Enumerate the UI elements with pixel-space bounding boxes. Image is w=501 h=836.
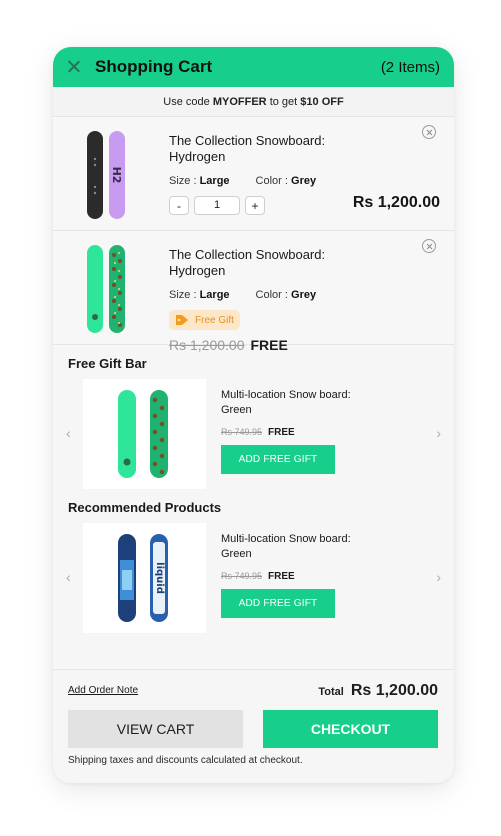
- remove-item-icon[interactable]: [422, 125, 436, 139]
- gift-product-price: Rs 749.95 FREE: [221, 427, 381, 438]
- snowboard-green-icon: [117, 390, 168, 478]
- snowboard-hydrogen-image[interactable]: H2: [83, 129, 139, 221]
- free-price: FREE: [250, 337, 288, 353]
- footer-actions: VIEW CART CHECKOUT: [68, 710, 438, 748]
- decrease-qty-button[interactable]: -: [169, 196, 189, 215]
- gift-product-image[interactable]: [83, 379, 206, 489]
- cart-line-item: H2 The Collection Snowboard: Hydrogen Si…: [53, 117, 454, 231]
- promo-code: MYOFFER: [212, 95, 267, 108]
- recommended-product-info: Multi-location Snow board: Green Rs 749.…: [221, 532, 381, 618]
- chevron-left-icon[interactable]: ‹: [66, 569, 71, 585]
- promo-discount: $10 OFF: [300, 95, 344, 108]
- recommended-original-price: Rs 749.95: [221, 571, 263, 581]
- snowboard-hydrogen-green-image[interactable]: [83, 243, 139, 335]
- gift-original-price: Rs 749.95: [221, 427, 263, 437]
- remove-item-icon[interactable]: [422, 239, 436, 253]
- line-item-info: The Collection Snowboard: Hydrogen Size …: [169, 247, 369, 353]
- product-title[interactable]: The Collection Snowboard: Hydrogen: [169, 247, 369, 279]
- svg-text:H2: H2: [110, 167, 123, 184]
- shipping-note: Shipping taxes and discounts calculated …: [68, 755, 303, 766]
- line-item-info: The Collection Snowboard: Hydrogen Size …: [169, 133, 369, 215]
- cart-line-item-gift: The Collection Snowboard: Hydrogen Size …: [53, 231, 454, 353]
- svg-text:liquid: liquid: [154, 562, 165, 594]
- color-label: Color :: [255, 175, 288, 187]
- gift-price-row: Rs 1,200.00 FREE: [169, 337, 369, 353]
- free-gift-section: Free Gift Bar ‹ Multi-location Snow boar…: [53, 356, 454, 493]
- color-value: Grey: [291, 175, 317, 187]
- cart-item-count: (2 Items): [380, 58, 440, 76]
- color-label: Color :: [255, 289, 288, 301]
- promo-prefix: Use code: [163, 95, 210, 108]
- total-value: Rs 1,200.00: [350, 682, 438, 699]
- add-order-note-link[interactable]: Add Order Note: [68, 685, 138, 696]
- chevron-left-icon[interactable]: ‹: [66, 425, 71, 441]
- recommended-carousel: ‹ liquid Multi-location Snow board: Gree…: [53, 523, 454, 637]
- recommended-product-title[interactable]: Multi-location Snow board: Green: [221, 532, 381, 562]
- size-option: Size : Large: [169, 289, 230, 301]
- free-gift-carousel: ‹ Multi-location Snow board: Green Rs 74: [53, 379, 454, 493]
- total-label: Total: [318, 686, 344, 698]
- add-free-gift-button[interactable]: ADD FREE GIFT: [221, 445, 335, 474]
- color-option: Color : Grey: [256, 289, 317, 301]
- color-option: Color : Grey: [256, 175, 317, 187]
- color-value: Grey: [291, 289, 317, 301]
- checkout-button[interactable]: CHECKOUT: [263, 710, 438, 748]
- size-label: Size :: [169, 175, 197, 187]
- gift-product-title[interactable]: Multi-location Snow board: Green: [221, 388, 381, 418]
- size-option: Size : Large: [169, 175, 230, 187]
- free-gift-section-title: Free Gift Bar: [68, 356, 147, 371]
- chevron-right-icon[interactable]: ›: [436, 425, 441, 441]
- close-icon[interactable]: [67, 60, 81, 74]
- size-label: Size :: [169, 289, 197, 301]
- promo-banner: Use code MYOFFER to get $10 OFF: [53, 87, 454, 117]
- cart-drawer: Shopping Cart (2 Items) Use code MYOFFER…: [53, 47, 454, 783]
- recommended-section: Recommended Products ‹ liquid Multi-loca…: [53, 500, 454, 637]
- quantity-input[interactable]: 1: [194, 196, 240, 215]
- promo-middle: to get: [269, 95, 298, 108]
- increase-qty-button[interactable]: +: [245, 196, 265, 215]
- chevron-right-icon[interactable]: ›: [436, 569, 441, 585]
- original-price: Rs 1,200.00: [169, 337, 245, 353]
- size-value: Large: [199, 289, 230, 301]
- cart-total: Total Rs 1,200.00: [318, 682, 438, 700]
- variant-options: Size : Large Color : Grey: [169, 175, 369, 187]
- snowboard-blue-icon: liquid: [117, 534, 168, 622]
- quantity-stepper: - 1 +: [169, 196, 369, 215]
- product-title[interactable]: The Collection Snowboard: Hydrogen: [169, 133, 369, 165]
- recommended-product-price: Rs 749.95 FREE: [221, 571, 381, 582]
- free-gift-badge-label: Free Gift: [195, 314, 234, 326]
- view-cart-button[interactable]: VIEW CART: [68, 710, 243, 748]
- gift-free-price: FREE: [268, 427, 295, 438]
- free-gift-badge: Free Gift: [169, 310, 240, 330]
- cart-footer: Add Order Note Total Rs 1,200.00 VIEW CA…: [53, 669, 454, 783]
- recommended-free-price: FREE: [268, 571, 295, 582]
- line-item-price: Rs 1,200.00: [352, 194, 440, 211]
- recommended-product-image[interactable]: liquid: [83, 523, 206, 633]
- cart-title: Shopping Cart: [95, 57, 213, 76]
- size-value: Large: [199, 175, 230, 187]
- recommended-section-title: Recommended Products: [68, 500, 222, 515]
- add-free-gift-button[interactable]: ADD FREE GIFT: [221, 589, 335, 618]
- tag-icon: [176, 315, 188, 325]
- variant-options: Size : Large Color : Grey: [169, 289, 369, 301]
- gift-product-info: Multi-location Snow board: Green Rs 749.…: [221, 388, 381, 474]
- cart-header: Shopping Cart (2 Items): [53, 47, 454, 87]
